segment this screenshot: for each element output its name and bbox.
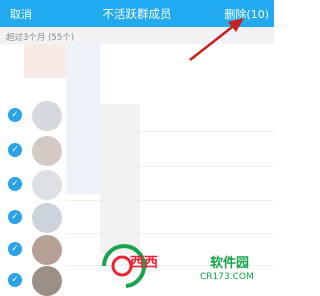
- watermark-site: 软件园: [210, 256, 250, 271]
- watermark-brand: 西西: [130, 255, 158, 271]
- watermark-url: CR173.COM: [200, 272, 254, 282]
